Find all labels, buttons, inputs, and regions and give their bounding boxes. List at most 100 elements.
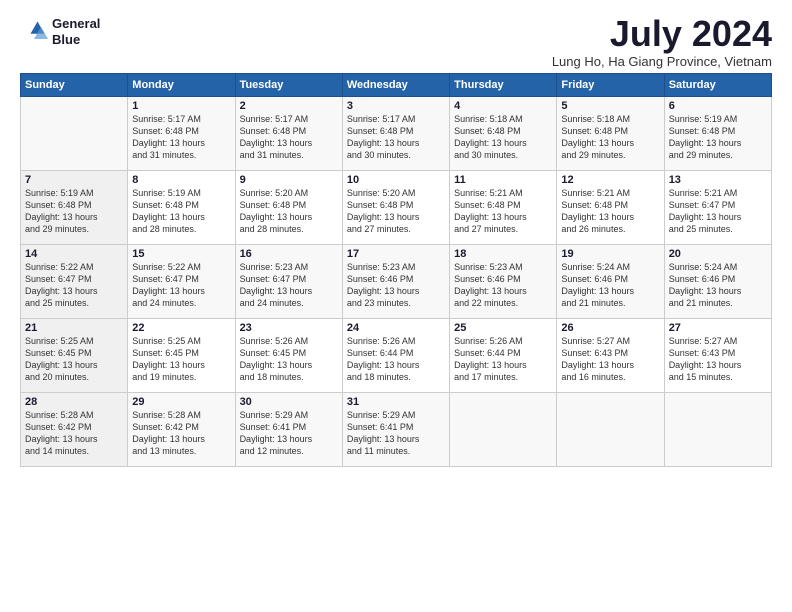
day-cell: 26Sunrise: 5:27 AM Sunset: 6:43 PM Dayli… xyxy=(557,319,664,393)
day-detail: Sunrise: 5:17 AM Sunset: 6:48 PM Dayligh… xyxy=(132,113,230,162)
day-detail: Sunrise: 5:26 AM Sunset: 6:44 PM Dayligh… xyxy=(347,335,445,384)
day-cell: 7Sunrise: 5:19 AM Sunset: 6:48 PM Daylig… xyxy=(21,171,128,245)
calendar-body: 1Sunrise: 5:17 AM Sunset: 6:48 PM Daylig… xyxy=(21,97,772,467)
day-number: 14 xyxy=(25,248,123,260)
day-number: 24 xyxy=(347,322,445,334)
location-subtitle: Lung Ho, Ha Giang Province, Vietnam xyxy=(552,54,772,69)
logo-icon xyxy=(20,18,48,46)
day-detail: Sunrise: 5:21 AM Sunset: 6:48 PM Dayligh… xyxy=(561,187,659,236)
header: General Blue July 2024 Lung Ho, Ha Giang… xyxy=(20,16,772,69)
day-cell: 5Sunrise: 5:18 AM Sunset: 6:48 PM Daylig… xyxy=(557,97,664,171)
day-number: 29 xyxy=(132,396,230,408)
day-cell: 28Sunrise: 5:28 AM Sunset: 6:42 PM Dayli… xyxy=(21,393,128,467)
day-number: 12 xyxy=(561,174,659,186)
day-detail: Sunrise: 5:28 AM Sunset: 6:42 PM Dayligh… xyxy=(25,409,123,458)
day-number: 5 xyxy=(561,100,659,112)
day-detail: Sunrise: 5:28 AM Sunset: 6:42 PM Dayligh… xyxy=(132,409,230,458)
day-number: 26 xyxy=(561,322,659,334)
logo-text: General Blue xyxy=(52,16,100,47)
day-number: 8 xyxy=(132,174,230,186)
day-number: 17 xyxy=(347,248,445,260)
day-cell: 13Sunrise: 5:21 AM Sunset: 6:47 PM Dayli… xyxy=(664,171,771,245)
header-monday: Monday xyxy=(128,74,235,97)
day-cell: 19Sunrise: 5:24 AM Sunset: 6:46 PM Dayli… xyxy=(557,245,664,319)
day-cell: 11Sunrise: 5:21 AM Sunset: 6:48 PM Dayli… xyxy=(450,171,557,245)
day-number: 11 xyxy=(454,174,552,186)
week-row-5: 28Sunrise: 5:28 AM Sunset: 6:42 PM Dayli… xyxy=(21,393,772,467)
day-detail: Sunrise: 5:21 AM Sunset: 6:47 PM Dayligh… xyxy=(669,187,767,236)
day-number: 21 xyxy=(25,322,123,334)
day-cell: 10Sunrise: 5:20 AM Sunset: 6:48 PM Dayli… xyxy=(342,171,449,245)
day-cell: 17Sunrise: 5:23 AM Sunset: 6:46 PM Dayli… xyxy=(342,245,449,319)
day-number: 6 xyxy=(669,100,767,112)
day-number: 1 xyxy=(132,100,230,112)
day-cell xyxy=(21,97,128,171)
day-cell: 22Sunrise: 5:25 AM Sunset: 6:45 PM Dayli… xyxy=(128,319,235,393)
day-number: 2 xyxy=(240,100,338,112)
day-detail: Sunrise: 5:22 AM Sunset: 6:47 PM Dayligh… xyxy=(25,261,123,310)
day-cell: 20Sunrise: 5:24 AM Sunset: 6:46 PM Dayli… xyxy=(664,245,771,319)
day-detail: Sunrise: 5:27 AM Sunset: 6:43 PM Dayligh… xyxy=(561,335,659,384)
day-cell: 25Sunrise: 5:26 AM Sunset: 6:44 PM Dayli… xyxy=(450,319,557,393)
day-cell: 15Sunrise: 5:22 AM Sunset: 6:47 PM Dayli… xyxy=(128,245,235,319)
day-number: 19 xyxy=(561,248,659,260)
header-tuesday: Tuesday xyxy=(235,74,342,97)
header-friday: Friday xyxy=(557,74,664,97)
day-number: 30 xyxy=(240,396,338,408)
day-cell: 24Sunrise: 5:26 AM Sunset: 6:44 PM Dayli… xyxy=(342,319,449,393)
day-cell: 3Sunrise: 5:17 AM Sunset: 6:48 PM Daylig… xyxy=(342,97,449,171)
day-cell: 2Sunrise: 5:17 AM Sunset: 6:48 PM Daylig… xyxy=(235,97,342,171)
day-cell: 12Sunrise: 5:21 AM Sunset: 6:48 PM Dayli… xyxy=(557,171,664,245)
header-thursday: Thursday xyxy=(450,74,557,97)
day-number: 3 xyxy=(347,100,445,112)
day-detail: Sunrise: 5:26 AM Sunset: 6:45 PM Dayligh… xyxy=(240,335,338,384)
day-detail: Sunrise: 5:24 AM Sunset: 6:46 PM Dayligh… xyxy=(669,261,767,310)
title-block: July 2024 Lung Ho, Ha Giang Province, Vi… xyxy=(552,16,772,69)
calendar-page: General Blue July 2024 Lung Ho, Ha Giang… xyxy=(0,0,792,479)
day-cell: 6Sunrise: 5:19 AM Sunset: 6:48 PM Daylig… xyxy=(664,97,771,171)
day-detail: Sunrise: 5:27 AM Sunset: 6:43 PM Dayligh… xyxy=(669,335,767,384)
day-number: 7 xyxy=(25,174,123,186)
day-cell: 23Sunrise: 5:26 AM Sunset: 6:45 PM Dayli… xyxy=(235,319,342,393)
day-cell: 16Sunrise: 5:23 AM Sunset: 6:47 PM Dayli… xyxy=(235,245,342,319)
day-cell xyxy=(664,393,771,467)
day-cell: 29Sunrise: 5:28 AM Sunset: 6:42 PM Dayli… xyxy=(128,393,235,467)
day-detail: Sunrise: 5:20 AM Sunset: 6:48 PM Dayligh… xyxy=(240,187,338,236)
day-detail: Sunrise: 5:17 AM Sunset: 6:48 PM Dayligh… xyxy=(347,113,445,162)
week-row-1: 1Sunrise: 5:17 AM Sunset: 6:48 PM Daylig… xyxy=(21,97,772,171)
day-detail: Sunrise: 5:23 AM Sunset: 6:46 PM Dayligh… xyxy=(347,261,445,310)
day-number: 18 xyxy=(454,248,552,260)
day-number: 22 xyxy=(132,322,230,334)
day-detail: Sunrise: 5:23 AM Sunset: 6:46 PM Dayligh… xyxy=(454,261,552,310)
week-row-4: 21Sunrise: 5:25 AM Sunset: 6:45 PM Dayli… xyxy=(21,319,772,393)
day-detail: Sunrise: 5:24 AM Sunset: 6:46 PM Dayligh… xyxy=(561,261,659,310)
day-number: 4 xyxy=(454,100,552,112)
day-detail: Sunrise: 5:21 AM Sunset: 6:48 PM Dayligh… xyxy=(454,187,552,236)
day-number: 31 xyxy=(347,396,445,408)
header-sunday: Sunday xyxy=(21,74,128,97)
day-number: 9 xyxy=(240,174,338,186)
header-wednesday: Wednesday xyxy=(342,74,449,97)
day-number: 25 xyxy=(454,322,552,334)
day-cell: 31Sunrise: 5:29 AM Sunset: 6:41 PM Dayli… xyxy=(342,393,449,467)
day-detail: Sunrise: 5:22 AM Sunset: 6:47 PM Dayligh… xyxy=(132,261,230,310)
day-detail: Sunrise: 5:19 AM Sunset: 6:48 PM Dayligh… xyxy=(132,187,230,236)
day-detail: Sunrise: 5:18 AM Sunset: 6:48 PM Dayligh… xyxy=(561,113,659,162)
calendar-table: Sunday Monday Tuesday Wednesday Thursday… xyxy=(20,73,772,467)
day-detail: Sunrise: 5:19 AM Sunset: 6:48 PM Dayligh… xyxy=(25,187,123,236)
day-number: 20 xyxy=(669,248,767,260)
day-detail: Sunrise: 5:19 AM Sunset: 6:48 PM Dayligh… xyxy=(669,113,767,162)
day-cell xyxy=(557,393,664,467)
day-detail: Sunrise: 5:25 AM Sunset: 6:45 PM Dayligh… xyxy=(25,335,123,384)
day-detail: Sunrise: 5:25 AM Sunset: 6:45 PM Dayligh… xyxy=(132,335,230,384)
day-detail: Sunrise: 5:18 AM Sunset: 6:48 PM Dayligh… xyxy=(454,113,552,162)
day-number: 28 xyxy=(25,396,123,408)
week-row-3: 14Sunrise: 5:22 AM Sunset: 6:47 PM Dayli… xyxy=(21,245,772,319)
day-number: 13 xyxy=(669,174,767,186)
day-detail: Sunrise: 5:23 AM Sunset: 6:47 PM Dayligh… xyxy=(240,261,338,310)
day-number: 10 xyxy=(347,174,445,186)
day-cell: 18Sunrise: 5:23 AM Sunset: 6:46 PM Dayli… xyxy=(450,245,557,319)
day-cell: 30Sunrise: 5:29 AM Sunset: 6:41 PM Dayli… xyxy=(235,393,342,467)
day-detail: Sunrise: 5:29 AM Sunset: 6:41 PM Dayligh… xyxy=(240,409,338,458)
day-cell: 9Sunrise: 5:20 AM Sunset: 6:48 PM Daylig… xyxy=(235,171,342,245)
